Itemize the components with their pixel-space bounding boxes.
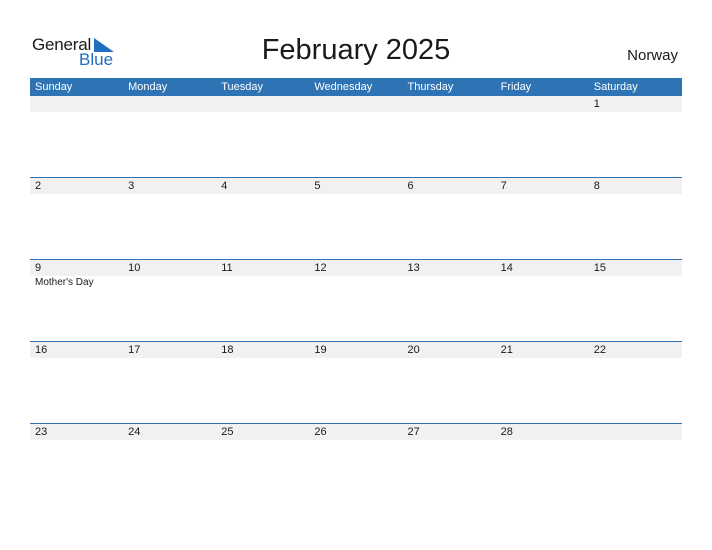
- calendar-grid: Sunday Monday Tuesday Wednesday Thursday…: [30, 78, 682, 505]
- date-strip: 9 10 11 12 13 14 15: [30, 260, 682, 276]
- day-number: 19: [314, 344, 327, 356]
- day-event: [30, 194, 123, 195]
- day-number: 18: [221, 344, 234, 356]
- day-number: 3: [128, 180, 135, 192]
- day-number: 1: [593, 98, 600, 110]
- day-number: 26: [314, 426, 327, 438]
- weekday-monday: Monday: [128, 81, 168, 93]
- day-event: [496, 440, 589, 441]
- day-event: [216, 440, 309, 441]
- day-number: 12: [314, 262, 327, 274]
- day-number: 20: [407, 344, 420, 356]
- day-event: [216, 112, 309, 113]
- day-event: [309, 194, 402, 195]
- day-event: [309, 276, 402, 288]
- day-number: [30, 96, 123, 112]
- day-event: Mother's Day: [35, 277, 94, 288]
- day-number: [589, 424, 682, 440]
- day-number: [309, 96, 402, 112]
- day-event: [123, 276, 216, 288]
- events-row: [30, 112, 682, 113]
- weekday-wednesday: Wednesday: [314, 81, 373, 93]
- day-number: [216, 96, 309, 112]
- day-event: [30, 358, 123, 359]
- day-event: [216, 276, 309, 288]
- weekday-saturday: Saturday: [593, 81, 638, 93]
- day-event: [403, 276, 496, 288]
- day-number: 21: [500, 344, 513, 356]
- day-number: 27: [407, 426, 420, 438]
- weekday-sunday: Sunday: [35, 81, 73, 93]
- events-row: Mother's Day: [30, 276, 682, 288]
- day-number: 9: [35, 262, 42, 274]
- events-row: [30, 194, 682, 195]
- day-event: [123, 194, 216, 195]
- week-row: 9 10 11 12 13 14 15 Mother's Day: [30, 259, 682, 341]
- day-event: [309, 358, 402, 359]
- day-event: [589, 440, 682, 441]
- day-number: 14: [500, 262, 513, 274]
- weekday-friday: Friday: [500, 81, 532, 93]
- day-event: [309, 440, 402, 441]
- week-row: 16 17 18 19 20 21 22: [30, 341, 682, 423]
- date-strip: 2 3 4 5 6 7 8: [30, 178, 682, 194]
- day-event: [403, 440, 496, 441]
- events-row: [30, 440, 682, 441]
- day-number: 13: [407, 262, 420, 274]
- day-event: [123, 112, 216, 113]
- weekday-tuesday: Tuesday: [221, 81, 264, 93]
- day-event: [589, 194, 682, 195]
- day-event: [496, 358, 589, 359]
- day-event: [403, 358, 496, 359]
- day-event: [403, 112, 496, 113]
- week-row: 1: [30, 96, 682, 177]
- country-label: Norway: [627, 47, 678, 64]
- day-event: [30, 112, 123, 113]
- day-event: [403, 194, 496, 195]
- date-strip: 1: [30, 96, 682, 112]
- day-event: [216, 358, 309, 359]
- day-number: 15: [593, 262, 606, 274]
- day-number: [123, 96, 216, 112]
- day-event: [496, 194, 589, 195]
- day-event: [589, 358, 682, 359]
- day-number: 5: [314, 180, 321, 192]
- day-event: [123, 358, 216, 359]
- day-event: [123, 440, 216, 441]
- day-number: [403, 96, 496, 112]
- day-number: 22: [593, 344, 606, 356]
- day-event: [216, 194, 309, 195]
- week-row: 2 3 4 5 6 7 8: [30, 177, 682, 259]
- day-number: [496, 96, 589, 112]
- day-number: 16: [35, 344, 48, 356]
- date-strip: 16 17 18 19 20 21 22: [30, 342, 682, 358]
- events-row: [30, 358, 682, 359]
- day-number: 10: [128, 262, 141, 274]
- day-event: [496, 112, 589, 113]
- day-number: 11: [221, 262, 233, 274]
- day-number: 17: [128, 344, 141, 356]
- day-number: 24: [128, 426, 141, 438]
- day-number: 8: [593, 180, 600, 192]
- day-number: 4: [221, 180, 228, 192]
- date-strip: 23 24 25 26 27 28: [30, 424, 682, 440]
- weekday-header: Sunday Monday Tuesday Wednesday Thursday…: [30, 78, 682, 96]
- day-number: 25: [221, 426, 234, 438]
- week-row: 23 24 25 26 27 28: [30, 423, 682, 505]
- day-number: 6: [407, 180, 414, 192]
- day-number: 7: [500, 180, 507, 192]
- page-title: February 2025: [261, 34, 451, 66]
- day-event: [589, 276, 682, 288]
- day-event: [30, 440, 123, 441]
- day-number: 2: [35, 180, 42, 192]
- day-number: 28: [500, 426, 513, 438]
- day-event: [309, 112, 402, 113]
- weekday-thursday: Thursday: [407, 81, 454, 93]
- day-number: 23: [35, 426, 48, 438]
- day-event: [496, 276, 589, 288]
- day-event: [589, 112, 682, 113]
